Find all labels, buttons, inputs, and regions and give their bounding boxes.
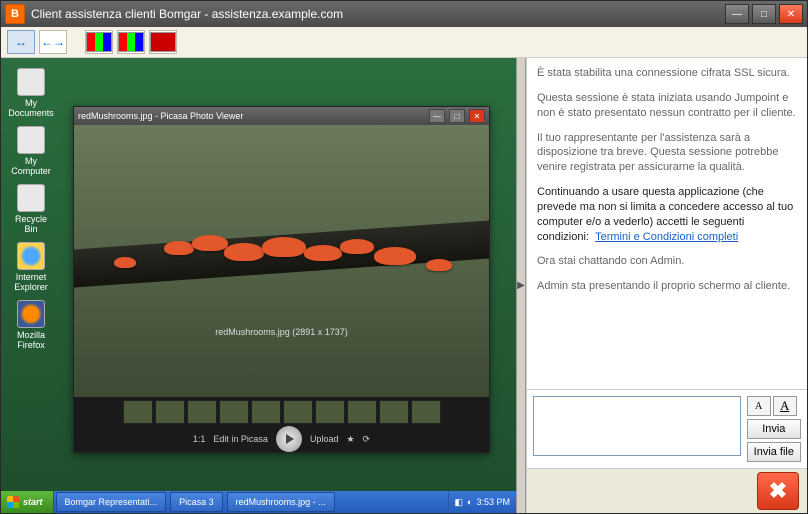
fit-both-button[interactable]: ↔: [7, 30, 35, 54]
minimize-button[interactable]: —: [725, 4, 749, 24]
desktop-icon-internet-explorer[interactable]: Internet Explorer: [9, 242, 53, 292]
remote-desktop: My Documents My Computer Recycle Bin Int…: [1, 58, 516, 513]
send-button[interactable]: Invia: [747, 419, 801, 439]
thumb[interactable]: [283, 400, 313, 424]
viewer-maximize-button[interactable]: □: [449, 109, 465, 123]
filmstrip[interactable]: [74, 397, 489, 426]
font-large-button[interactable]: A: [773, 396, 797, 416]
fit-width-button[interactable]: ←→: [39, 30, 67, 54]
start-button[interactable]: start: [1, 491, 54, 513]
titlebar[interactable]: B Client assistenza clienti Bomgar - ass…: [1, 1, 807, 27]
desktop-icon-my-documents[interactable]: My Documents: [9, 68, 53, 118]
taskbar-task[interactable]: Bomgar Representati...: [56, 492, 167, 512]
color-rgb2-button[interactable]: [117, 30, 145, 54]
desktop-icon-recycle-bin[interactable]: Recycle Bin: [9, 184, 53, 234]
chat-message: È stata stabilita una connessione cifrat…: [537, 66, 797, 81]
terms-link[interactable]: Termini e Condizioni completi: [595, 231, 738, 243]
thumb[interactable]: [123, 400, 153, 424]
tray-icon[interactable]: ◧: [455, 497, 464, 508]
chat-message: Continuando a usare questa applicazione …: [537, 185, 797, 244]
taskbar-task[interactable]: redMushrooms.jpg - ...: [227, 492, 335, 512]
close-button[interactable]: ✕: [779, 4, 803, 24]
thumb[interactable]: [219, 400, 249, 424]
thumb[interactable]: [251, 400, 281, 424]
chat-message: Admin sta presentando il proprio schermo…: [537, 279, 797, 294]
photo-viewer-titlebar[interactable]: redMushrooms.jpg - Picasa Photo Viewer —…: [74, 107, 489, 125]
chat-panel: È stata stabilita una connessione cifrat…: [526, 58, 807, 513]
thumb[interactable]: [315, 400, 345, 424]
color-red-button[interactable]: [149, 30, 177, 54]
tray-clock: 3:53 PM: [476, 497, 510, 507]
chat-message: Il tuo rappresentante per l'assistenza s…: [537, 131, 797, 176]
photo-viewer-title: redMushrooms.jpg - Picasa Photo Viewer: [78, 111, 243, 121]
taskbar[interactable]: start Bomgar Representati... Picasa 3 re…: [1, 491, 516, 513]
chat-input-area: A A Invia Invia file: [527, 389, 807, 468]
play-button[interactable]: [276, 426, 302, 452]
ratio-button[interactable]: 1:1: [193, 434, 206, 444]
chat-log: È stata stabilita una connessione cifrat…: [527, 58, 807, 389]
photo-viewer-window[interactable]: redMushrooms.jpg - Picasa Photo Viewer —…: [73, 106, 490, 453]
photo-caption: redMushrooms.jpg (2891 x 1737): [74, 327, 489, 337]
viewer-minimize-button[interactable]: —: [429, 109, 445, 123]
remote-screen-view[interactable]: My Documents My Computer Recycle Bin Int…: [1, 58, 516, 513]
desktop-icon-my-computer[interactable]: My Computer: [9, 126, 53, 176]
thumb[interactable]: [155, 400, 185, 424]
font-small-button[interactable]: A: [747, 396, 771, 416]
tray-icon[interactable]: ◐: [467, 497, 472, 507]
thumb[interactable]: [411, 400, 441, 424]
photo-area: redMushrooms.jpg (2891 x 1737): [74, 125, 489, 397]
app-icon: B: [5, 4, 25, 24]
toolbar: ↔ ←→: [1, 27, 807, 58]
end-session-button[interactable]: ✖: [757, 472, 799, 510]
desktop-icon-mozilla-firefox[interactable]: Mozilla Firefox: [9, 300, 53, 350]
photo-viewer-controls: 1:1 Edit in Picasa Upload ★ ⟳: [74, 397, 489, 452]
thumb[interactable]: [379, 400, 409, 424]
thumb[interactable]: [347, 400, 377, 424]
system-tray[interactable]: ◧ ◐ 3:53 PM: [448, 491, 516, 513]
rotate-icon[interactable]: ⟳: [363, 434, 371, 445]
pane-divider[interactable]: ▶: [516, 58, 526, 513]
window-title: Client assistenza clienti Bomgar - assis…: [31, 7, 725, 21]
chat-message: Ora stai chattando con Admin.: [537, 254, 797, 269]
thumb[interactable]: [187, 400, 217, 424]
app-window: B Client assistenza clienti Bomgar - ass…: [0, 0, 808, 514]
chat-message: Questa sessione è stata iniziata usando …: [537, 91, 797, 121]
bottom-bar: ✖: [527, 468, 807, 513]
maximize-button[interactable]: □: [752, 4, 776, 24]
viewer-close-button[interactable]: ✕: [469, 109, 485, 123]
taskbar-task[interactable]: Picasa 3: [170, 492, 223, 512]
upload-button[interactable]: Upload: [310, 434, 339, 444]
chat-input[interactable]: [533, 396, 741, 456]
edit-in-picasa-button[interactable]: Edit in Picasa: [213, 434, 268, 444]
star-icon[interactable]: ★: [346, 434, 354, 445]
color-rgb-button[interactable]: [85, 30, 113, 54]
send-file-button[interactable]: Invia file: [747, 442, 801, 462]
